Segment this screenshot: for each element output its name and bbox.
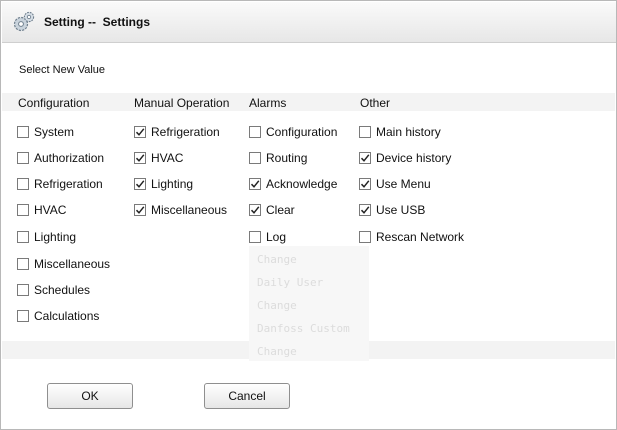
- checkbox-checked[interactable]: [359, 152, 371, 164]
- option-label: Use USB: [376, 203, 426, 217]
- other-use-menu-option[interactable]: Use Menu: [359, 176, 431, 192]
- option-label: Lighting: [151, 177, 194, 191]
- checkbox-checked[interactable]: [249, 204, 261, 216]
- alarms-routing-option[interactable]: Routing: [249, 150, 307, 166]
- background-text: Danfoss Custom: [257, 322, 350, 335]
- checkbox-checked[interactable]: [249, 178, 261, 190]
- checkbox[interactable]: [17, 284, 29, 296]
- check-mark-icon: [135, 154, 145, 162]
- option-label: HVAC: [34, 203, 67, 217]
- option-label: System: [34, 125, 75, 139]
- check-mark-icon: [135, 180, 145, 188]
- config-miscellaneous-option[interactable]: Miscellaneous: [17, 256, 110, 272]
- ok-button[interactable]: OK: [47, 383, 133, 409]
- alarms-clear-option[interactable]: Clear: [249, 202, 295, 218]
- background-text: Change: [257, 253, 297, 266]
- other-rescan-network-option[interactable]: Rescan Network: [359, 229, 464, 245]
- checkbox[interactable]: [17, 178, 29, 190]
- option-label: Configuration: [266, 125, 338, 139]
- option-label: Device history: [376, 151, 452, 165]
- check-mark-icon: [250, 206, 260, 214]
- manual-lighting-option[interactable]: Lighting: [134, 176, 193, 192]
- manual-hvac-option[interactable]: HVAC: [134, 150, 183, 166]
- background-text: Change: [257, 299, 297, 312]
- column-header-manual-operation: Manual Operation: [134, 96, 230, 110]
- checkbox-checked[interactable]: [134, 126, 146, 138]
- checkbox[interactable]: [17, 231, 29, 243]
- option-label: Refrigeration: [151, 125, 220, 139]
- option-label: Calculations: [34, 309, 100, 323]
- config-lighting-option[interactable]: Lighting: [17, 229, 76, 245]
- settings-dialog: Setting -- Settings Change Daily User Ch…: [0, 0, 617, 430]
- option-label: Rescan Network: [376, 230, 465, 244]
- config-authorization-option[interactable]: Authorization: [17, 150, 104, 166]
- check-mark-icon: [360, 154, 370, 162]
- config-schedules-option[interactable]: Schedules: [17, 282, 90, 298]
- column-header-other: Other: [360, 96, 391, 110]
- checkbox[interactable]: [17, 152, 29, 164]
- option-label: Acknowledge: [266, 177, 338, 191]
- checkbox[interactable]: [249, 152, 261, 164]
- config-calculations-option[interactable]: Calculations: [17, 308, 99, 324]
- background-text: Daily User: [257, 276, 324, 289]
- option-label: Miscellaneous: [34, 257, 111, 271]
- manual-miscellaneous-option[interactable]: Miscellaneous: [134, 202, 227, 218]
- check-mark-icon: [250, 180, 260, 188]
- check-mark-icon: [135, 128, 145, 136]
- option-label: Schedules: [34, 283, 91, 297]
- checkbox-checked[interactable]: [134, 204, 146, 216]
- option-label: Main history: [376, 125, 441, 139]
- checkbox-checked[interactable]: [134, 178, 146, 190]
- checkbox[interactable]: [17, 258, 29, 270]
- config-hvac-option[interactable]: HVAC: [17, 202, 66, 218]
- checkbox[interactable]: [359, 231, 371, 243]
- option-label: Use Menu: [376, 177, 431, 191]
- checkbox-checked[interactable]: [359, 204, 371, 216]
- other-device-history-option[interactable]: Device history: [359, 150, 451, 166]
- checkbox[interactable]: [17, 204, 29, 216]
- checkbox[interactable]: [17, 126, 29, 138]
- config-refrigeration-option[interactable]: Refrigeration: [17, 176, 103, 192]
- option-label: Refrigeration: [34, 177, 103, 191]
- other-use-usb-option[interactable]: Use USB: [359, 202, 425, 218]
- config-system-option[interactable]: System: [17, 124, 74, 140]
- option-label: Routing: [266, 151, 308, 165]
- checkbox[interactable]: [249, 231, 261, 243]
- checkbox-checked[interactable]: [134, 152, 146, 164]
- alarms-acknowledge-option[interactable]: Acknowledge: [249, 176, 337, 192]
- checkbox[interactable]: [17, 310, 29, 322]
- select-new-value-label: Select New Value: [19, 64, 106, 76]
- checkbox[interactable]: [249, 126, 261, 138]
- gears-icon: [12, 10, 36, 34]
- alarms-configuration-option[interactable]: Configuration: [249, 124, 337, 140]
- alarms-log-option[interactable]: Log: [249, 229, 286, 245]
- checkbox[interactable]: [359, 126, 371, 138]
- window-title: Setting -- Settings: [44, 15, 150, 29]
- column-header-alarms: Alarms: [249, 96, 287, 110]
- check-mark-icon: [135, 206, 145, 214]
- title-bar: Setting -- Settings: [2, 2, 616, 43]
- option-label: Authorization: [34, 151, 105, 165]
- manual-refrigeration-option[interactable]: Refrigeration: [134, 124, 220, 140]
- option-label: HVAC: [151, 151, 184, 165]
- cancel-button[interactable]: Cancel: [204, 383, 290, 409]
- background-band: [2, 93, 615, 111]
- option-label: Clear: [266, 203, 295, 217]
- option-label: Miscellaneous: [151, 203, 228, 217]
- check-mark-icon: [360, 206, 370, 214]
- column-header-configuration: Configuration: [18, 96, 90, 110]
- option-label: Log: [266, 230, 287, 244]
- other-main-history-option[interactable]: Main history: [359, 124, 441, 140]
- check-mark-icon: [360, 180, 370, 188]
- checkbox-checked[interactable]: [359, 178, 371, 190]
- option-label: Lighting: [34, 230, 77, 244]
- background-text: Change: [257, 345, 297, 358]
